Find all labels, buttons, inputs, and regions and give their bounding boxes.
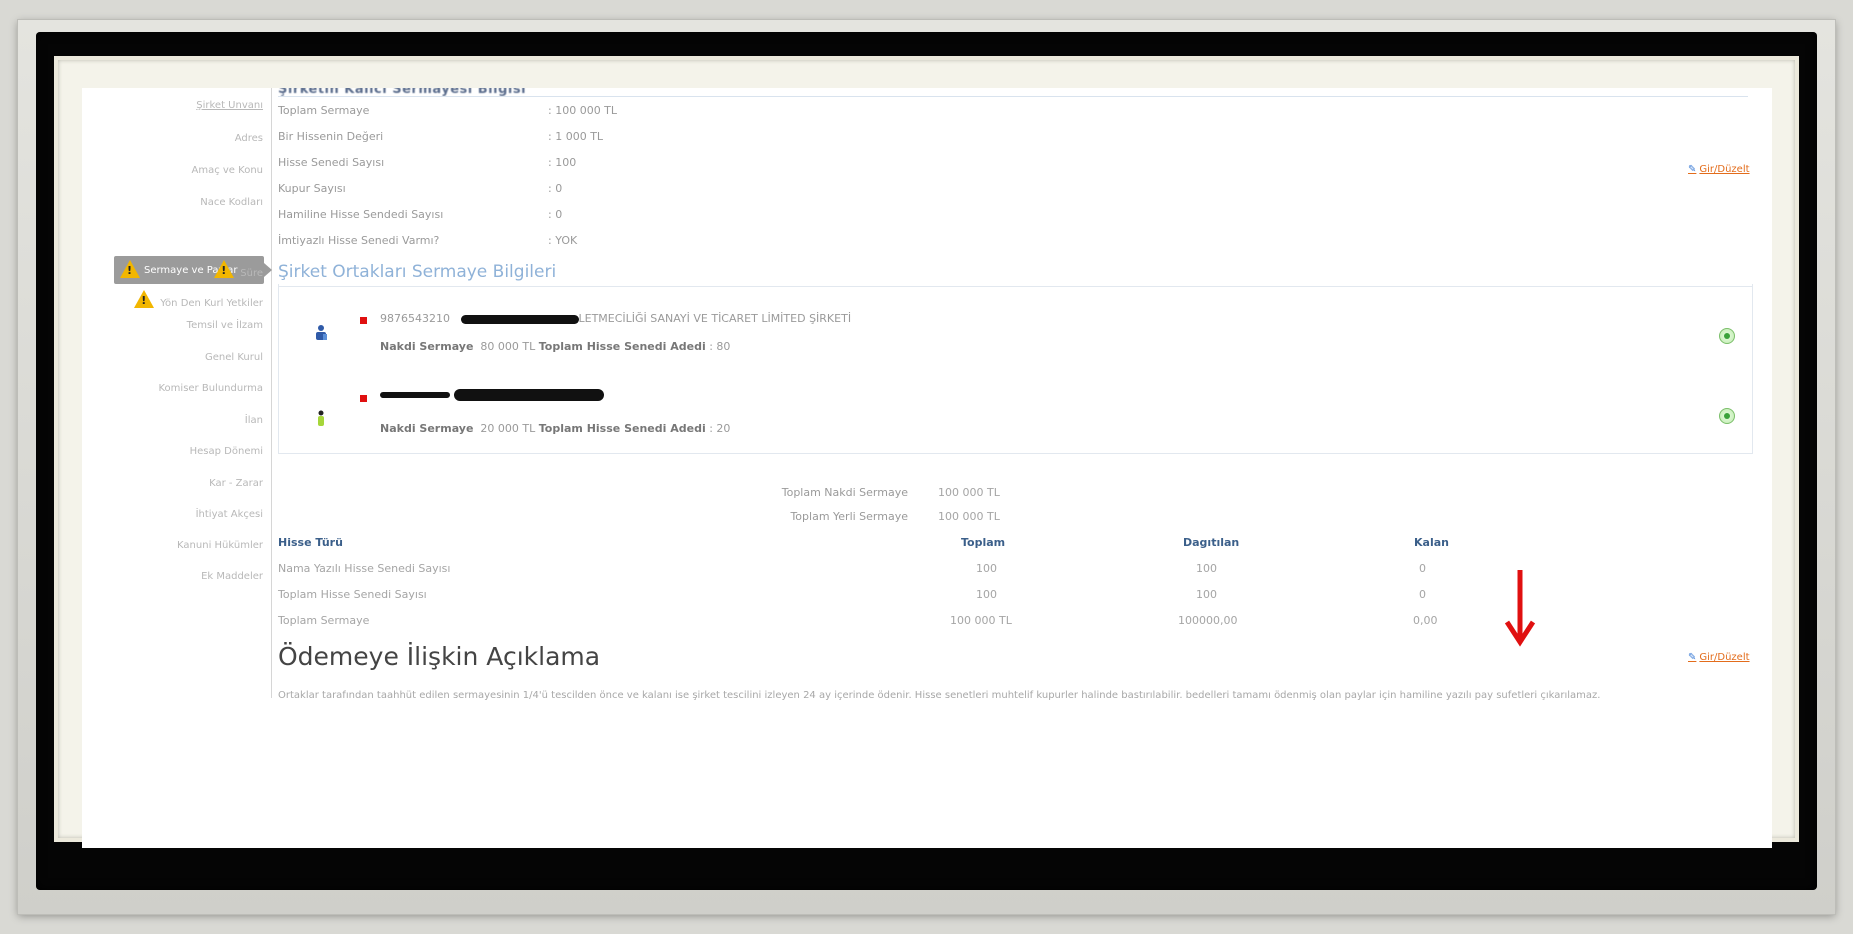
row-label: Kupur Sayısı — [278, 182, 346, 195]
row-label: Toplam Sermaye — [278, 104, 370, 117]
sidebar-item-kanuni-hukumler[interactable]: Kanuni Hükümler — [177, 540, 263, 551]
partner-name-2 — [380, 388, 604, 401]
sidebar-item-sirket-unvani[interactable]: Şirket Unvanı — [196, 100, 263, 111]
table-cell: 100 — [1196, 588, 1217, 601]
payment-description: Ortaklar tarafından taahhüt edilen serma… — [278, 690, 1601, 701]
payment-edit-link[interactable]: ✎ Gir/Düzelt — [1688, 652, 1750, 663]
table-cell: 0,00 — [1413, 614, 1438, 627]
row-value: : 100 — [548, 156, 577, 169]
pencil-icon: ✎ — [1688, 652, 1697, 663]
detail-label: Nakdi Sermaye — [380, 340, 474, 353]
sidebar-item-kar-zarar[interactable]: Kar - Zarar — [209, 478, 263, 489]
row-label: Hamiline Hisse Sendedi Sayısı — [278, 208, 444, 221]
total-nakdi-label: Toplam Nakdi Sermaye — [781, 486, 908, 499]
table-cell: Nama Yazılı Hisse Senedi Sayısı — [278, 562, 451, 575]
main-content: Şirketin Kalıcı Sermayesi Bilgisi Toplam… — [278, 88, 1768, 848]
shares-label: Toplam Hisse Senedi Adedi — [538, 422, 706, 435]
table-cell: 100 — [976, 562, 997, 575]
sidebar-item-nace-kodlari[interactable]: Nace Kodları — [200, 197, 263, 208]
sidebar-item-ihtiyat-akcesi[interactable]: İhtiyat Akçesi — [196, 509, 263, 520]
detail-value: 20 000 TL — [480, 422, 536, 435]
partners-section-title: Şirket Ortakları Sermaye Bilgileri — [278, 262, 557, 282]
status-marker — [360, 317, 367, 324]
total-nakdi-value: 100 000 TL — [938, 486, 1000, 499]
redaction — [380, 392, 450, 398]
person-icon — [318, 410, 324, 426]
grid-header-hisse-turu: Hisse Türü — [278, 536, 343, 549]
detail-label: Nakdi Sermaye — [380, 422, 474, 435]
table-cell: 100000,00 — [1178, 614, 1238, 627]
payment-title: Ödemeye İlişkin Açıklama — [278, 642, 601, 671]
partner-detail-2: Nakdi Sermaye 20 000 TL Toplam Hisse Sen… — [380, 422, 730, 435]
row-label: Hisse Senedi Sayısı — [278, 156, 385, 169]
row-value: : 0 — [548, 208, 563, 221]
table-cell: 100 — [976, 588, 997, 601]
partner-id: 9876543210 — [380, 312, 450, 325]
sidebar-item-hesap-donemi[interactable]: Hesap Dönemi — [190, 446, 263, 457]
legal-entity-icon — [316, 325, 327, 340]
partner-detail-1: Nakdi Sermaye 80 000 TL Toplam Hisse Sen… — [380, 340, 730, 353]
grid-header-toplam: Toplam — [961, 536, 1006, 549]
shares-value: : 80 — [709, 340, 731, 353]
status-marker — [360, 395, 367, 402]
application-screen: Şirket Unvanı Adres Amaç ve Konu Nace Ko… — [82, 88, 1772, 848]
warning-icon — [134, 290, 155, 308]
pencil-icon: ✎ — [1688, 164, 1697, 175]
shares-value: : 20 — [709, 422, 731, 435]
redaction — [453, 389, 604, 401]
table-cell: 100 000 TL — [950, 614, 1012, 627]
shares-label: Toplam Hisse Senedi Adedi — [538, 340, 706, 353]
redaction — [460, 314, 579, 324]
row-value: : 1 000 TL — [548, 130, 604, 143]
warning-icon — [214, 260, 235, 278]
grid-header-dagitilan: Dagıtılan — [1183, 536, 1240, 549]
table-cell: 100 — [1196, 562, 1217, 575]
sidebar-item-genel-kurul[interactable]: Genel Kurul — [205, 352, 263, 363]
total-yerli-value: 100 000 TL — [938, 510, 1000, 523]
row-label: Bir Hissenin Değeri — [278, 130, 384, 143]
row-value: : YOK — [548, 234, 578, 247]
table-cell: Toplam Hisse Senedi Sayısı — [278, 588, 427, 601]
sidebar-item-ek-maddeler[interactable]: Ek Maddeler — [201, 571, 263, 582]
capital-edit-link[interactable]: ✎ Gir/Düzelt — [1688, 164, 1750, 175]
edit-link-label: Gir/Düzelt — [1699, 652, 1750, 663]
total-yerli-label: Toplam Yerli Sermaye — [790, 510, 908, 523]
sidebar-item-amac-konu[interactable]: Amaç ve Konu — [192, 165, 264, 176]
table-cell: 0 — [1419, 588, 1426, 601]
detail-value: 80 000 TL — [480, 340, 536, 353]
partner-name-text: LETMECİLİĞİ SANAYİ VE TİCARET LİMİTED Şİ… — [578, 312, 852, 325]
grid-header-kalan: Kalan — [1414, 536, 1449, 549]
edit-link-label: Gir/Düzelt — [1699, 164, 1750, 175]
sidebar-item-label: Yön Den Kurl Yetkiler — [160, 298, 263, 309]
arrow-down-icon — [1504, 570, 1536, 647]
divider — [278, 96, 1748, 97]
partner-name-1: 9876543210 LETMECİLİĞİ SANAYİ VE TİCARET… — [380, 312, 851, 325]
table-cell: Toplam Sermaye — [278, 614, 370, 627]
sidebar-item-ilan[interactable]: İlan — [245, 415, 263, 426]
sidebar-item-sure[interactable]: Süre — [214, 258, 263, 279]
sidebar: Şirket Unvanı Adres Amaç ve Konu Nace Ko… — [82, 88, 272, 698]
sidebar-item-temsil-ilzam[interactable]: Temsil ve İlzam — [187, 320, 263, 331]
sidebar-item-komiser[interactable]: Komiser Bulundurma — [159, 383, 264, 394]
add-circle-icon[interactable] — [1719, 328, 1735, 344]
warning-icon — [120, 260, 140, 278]
row-label: İmtiyazlı Hisse Senedi Varmı? — [278, 234, 440, 247]
sidebar-item-label: Süre — [240, 268, 263, 279]
row-value: : 0 — [548, 182, 563, 195]
add-circle-icon[interactable] — [1719, 408, 1735, 424]
table-cell: 0 — [1419, 562, 1426, 575]
row-value: : 100 000 TL — [548, 104, 618, 117]
sidebar-item-yon-den-kurl[interactable]: Yön Den Kurl Yetkiler — [134, 288, 263, 309]
sidebar-item-adres[interactable]: Adres — [235, 133, 263, 144]
